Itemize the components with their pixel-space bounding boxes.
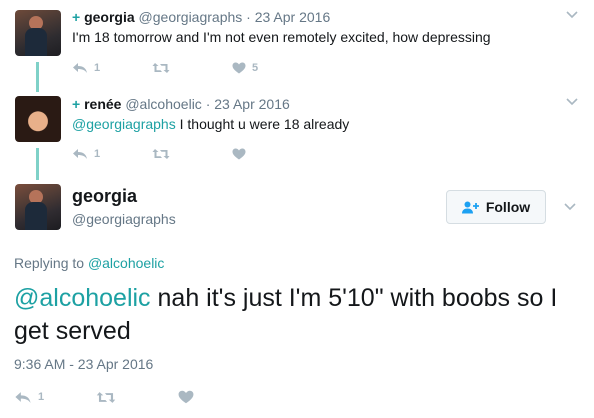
tweet-timestamp[interactable]: 9:36 AM - 23 Apr 2016: [14, 356, 153, 372]
tweet-header: + renée @alcohoelic · 23 Apr 2016: [72, 96, 290, 112]
like-count: 5: [252, 62, 259, 74]
tweet-text: I'm 18 tomorrow and I'm not even remotel…: [72, 29, 491, 45]
like-icon: [232, 62, 246, 74]
retweet-icon: [152, 149, 170, 159]
reply-icon: [73, 149, 87, 159]
reply-button[interactable]: 1: [72, 146, 100, 162]
thread-connector: [36, 62, 39, 92]
user-handle[interactable]: @alcohoelic: [125, 96, 201, 112]
like-icon: [232, 148, 246, 160]
user-handle[interactable]: @georgiagraphs: [72, 211, 176, 227]
main-tweet-text: @alcohoelic nah it's just I'm 5'10" with…: [14, 282, 574, 348]
reply-button[interactable]: 1: [14, 389, 44, 405]
plus-marker: +: [72, 9, 81, 25]
retweet-icon: [96, 391, 116, 403]
follow-button[interactable]: Follow: [446, 190, 546, 224]
reply-count: 1: [38, 391, 45, 403]
follow-user-icon: [461, 201, 479, 213]
retweet-button[interactable]: [152, 60, 176, 76]
avatar[interactable]: [15, 96, 61, 142]
mention-link[interactable]: @alcohoelic: [14, 284, 151, 312]
reply-button[interactable]: 1: [72, 60, 100, 76]
like-icon: [178, 390, 194, 404]
replying-to: Replying to @alcohoelic: [14, 255, 164, 271]
avatar[interactable]: [15, 184, 61, 230]
display-name[interactable]: georgia: [72, 186, 137, 207]
mention-link[interactable]: @georgiagraphs: [72, 116, 176, 132]
replying-prefix: Replying to: [14, 255, 88, 271]
like-button[interactable]: [178, 389, 194, 405]
retweet-button[interactable]: [96, 389, 116, 405]
chevron-down-icon[interactable]: [565, 10, 579, 20]
retweet-icon: [152, 63, 170, 73]
retweet-button[interactable]: [152, 146, 176, 162]
thread-connector: [36, 148, 39, 180]
like-button[interactable]: [232, 146, 252, 162]
plus-marker: +: [72, 96, 81, 112]
user-handle[interactable]: @georgiagraphs: [139, 9, 243, 25]
tweet-date[interactable]: · 23 Apr 2016: [246, 9, 330, 25]
chevron-down-icon[interactable]: [563, 202, 577, 212]
reply-icon: [15, 391, 31, 403]
tweet-date[interactable]: · 23 Apr 2016: [206, 96, 290, 112]
reply-icon: [73, 63, 87, 73]
avatar[interactable]: [15, 10, 61, 56]
reply-count: 1: [94, 148, 101, 160]
like-button[interactable]: 5: [232, 60, 258, 76]
tweet-header: + georgia @georgiagraphs · 23 Apr 2016: [72, 9, 330, 25]
chevron-down-icon[interactable]: [565, 97, 579, 107]
display-name[interactable]: georgia: [84, 9, 135, 25]
replying-handle-link[interactable]: @alcohoelic: [88, 255, 164, 271]
tweet-text: @georgiagraphs I thought u were 18 alrea…: [72, 116, 349, 132]
display-name[interactable]: renée: [84, 96, 121, 112]
follow-label: Follow: [485, 199, 531, 215]
reply-count: 1: [94, 62, 101, 74]
tweet-body: I thought u were 18 already: [175, 116, 350, 132]
